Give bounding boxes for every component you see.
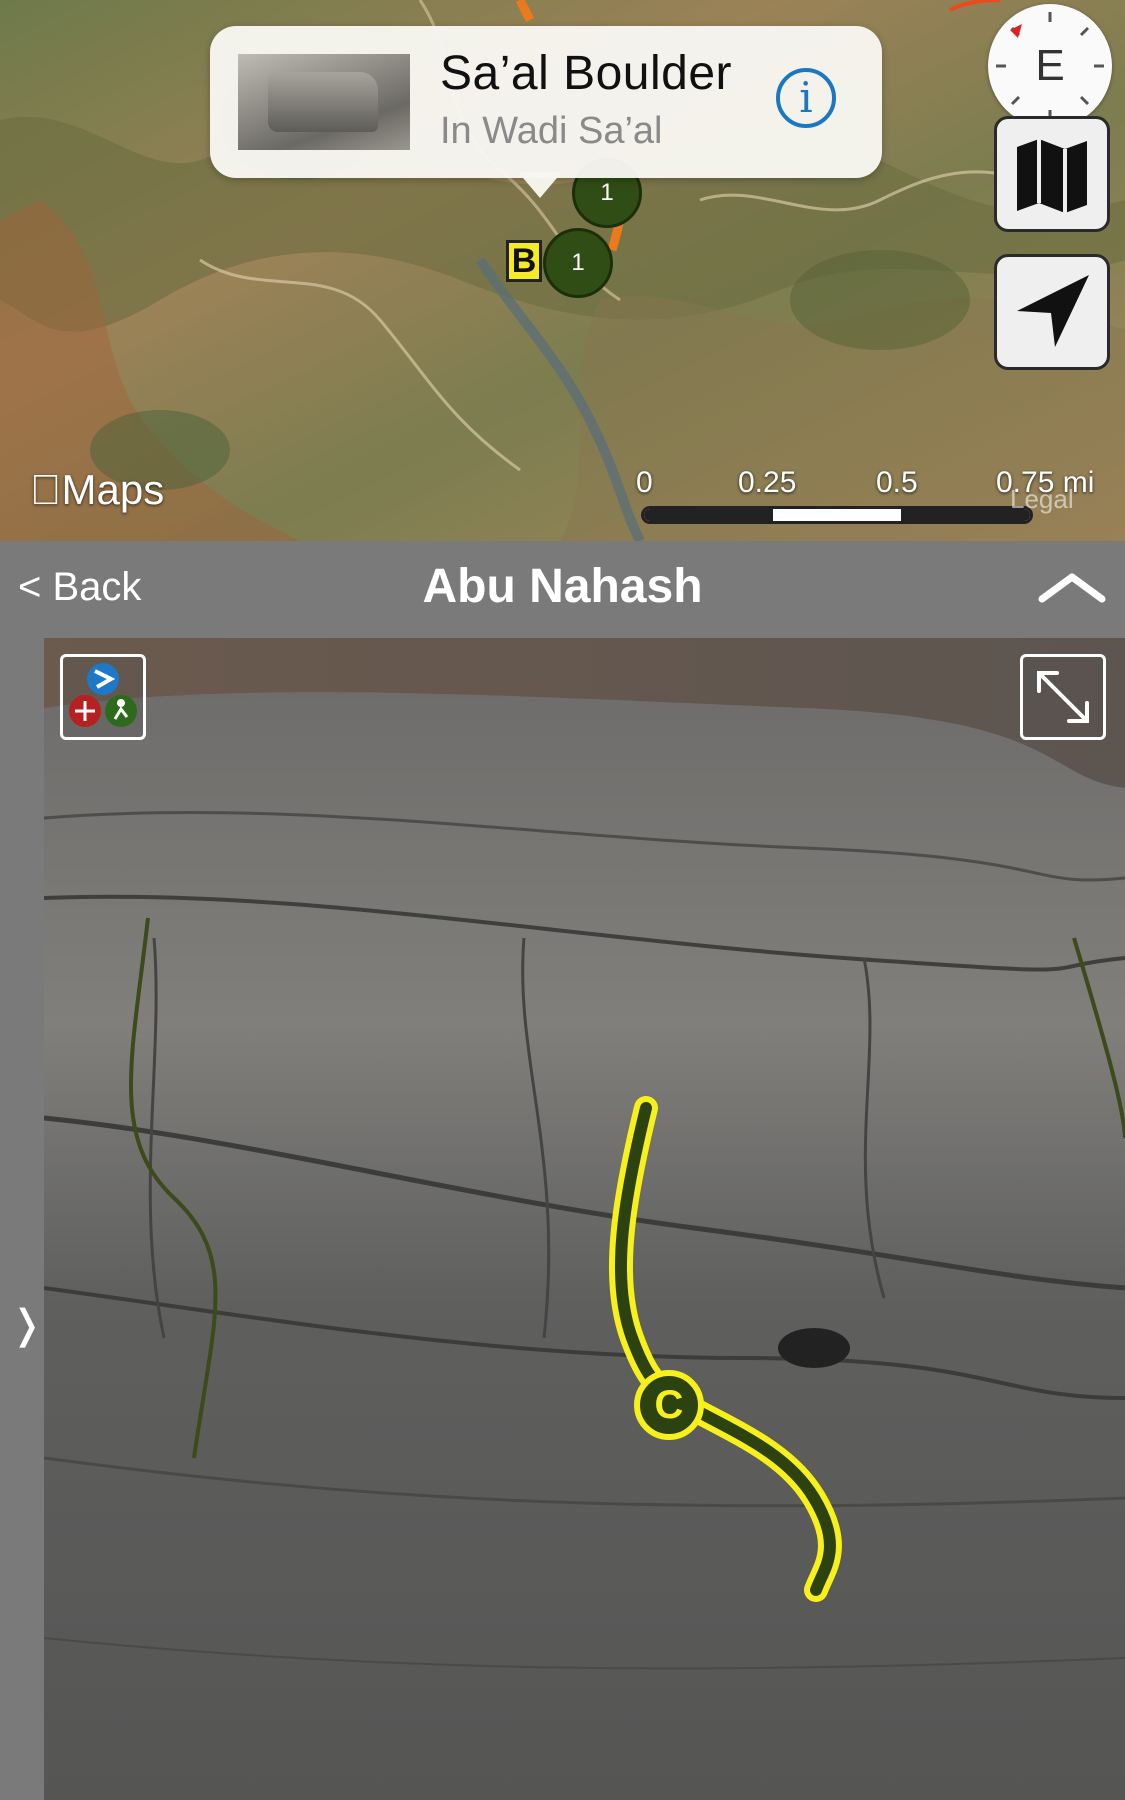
satellite-map[interactable]: 1 B 1 Sa’al Boulder In Wadi Sa’al i E Ma…: [0, 0, 1125, 541]
legal-link[interactable]: Legal: [1010, 484, 1074, 515]
cluster-marker[interactable]: 1: [543, 228, 613, 298]
compass-heading: E: [1035, 41, 1065, 90]
side-drawer-rail[interactable]: ❭: [0, 638, 44, 1800]
climbing-type-icon: [69, 663, 137, 727]
chevron-right-icon[interactable]: ❭: [10, 1302, 44, 1348]
route-marker-c[interactable]: C: [634, 1370, 704, 1440]
nav-bar: < Back Abu Nahash: [0, 541, 1125, 638]
chevron-up-icon[interactable]: [1036, 567, 1108, 607]
callout-title: Sa’al Boulder: [440, 47, 733, 100]
boulder-thumbnail: [238, 54, 410, 150]
map-type-button[interactable]: [994, 116, 1110, 232]
scale-label-0: 0: [636, 466, 653, 499]
boulder-photo: [44, 638, 1125, 1800]
callout-pointer: [518, 172, 562, 198]
location-callout[interactable]: Sa’al Boulder In Wadi Sa’al i: [210, 26, 882, 178]
expand-arrows-icon: [1037, 671, 1089, 723]
expand-button[interactable]: [1020, 654, 1106, 740]
locate-me-button[interactable]: [994, 254, 1110, 370]
activity-badges[interactable]: [60, 654, 146, 740]
route-topo-photo[interactable]: C: [44, 638, 1125, 1800]
scale-label-05: 0.5: [876, 466, 918, 499]
callout-subtitle: In Wadi Sa’al: [440, 110, 663, 152]
folded-map-icon: [1017, 139, 1087, 213]
compass-button[interactable]: E: [988, 4, 1112, 128]
location-arrow-icon: [1017, 275, 1089, 347]
apple-maps-attribution: Maps: [30, 466, 164, 513]
scale-bar: [641, 506, 1033, 524]
scale-label-025: 0.25: [738, 466, 797, 499]
info-circle-icon[interactable]: i: [776, 68, 836, 128]
page-title: Abu Nahash: [422, 560, 703, 613]
map-marker-b[interactable]: B: [506, 240, 542, 282]
